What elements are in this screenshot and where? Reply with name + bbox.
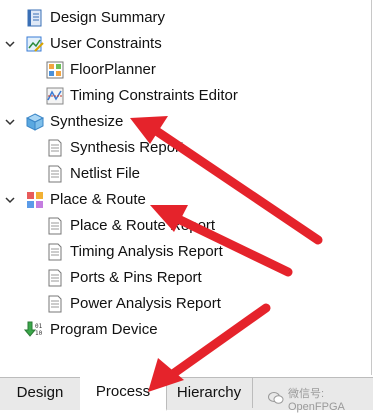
tree-item-label: Timing Constraints Editor	[70, 87, 238, 104]
report-icon	[46, 243, 64, 261]
tree-item-user-constraints[interactable]: User Constraints	[0, 32, 360, 56]
tab-hierarchy[interactable]: Hierarchy	[166, 378, 253, 408]
tree-item-synthesize[interactable]: Synthesize	[0, 110, 360, 134]
tree-item-label: Timing Analysis Report	[70, 243, 223, 260]
floorplanner-icon	[46, 61, 64, 79]
tree-item-label: Place & Route Report	[70, 217, 216, 234]
document-summary-icon	[26, 9, 44, 27]
tree-item-power-analysis-report[interactable]: Power Analysis Report	[0, 292, 360, 316]
place-route-icon	[26, 191, 44, 209]
timing-editor-icon	[46, 87, 64, 105]
report-icon	[46, 269, 64, 287]
report-icon	[46, 217, 64, 235]
tree-item-place-route-report[interactable]: Place & Route Report	[0, 214, 360, 238]
tree-item-label: User Constraints	[50, 35, 162, 52]
chevron-down-icon[interactable]	[4, 38, 16, 50]
tab-process[interactable]: Process	[80, 377, 167, 411]
tree-item-label: Synthesis Report	[70, 139, 185, 156]
tree-item-program-device[interactable]: 01 10 Program Device	[0, 318, 360, 342]
report-icon	[46, 295, 64, 313]
process-tree: Design Summary User Constraints FloorPla…	[0, 0, 372, 375]
chevron-down-icon[interactable]	[4, 194, 16, 206]
svg-text:10: 10	[35, 330, 43, 337]
tree-item-label: Ports & Pins Report	[70, 269, 202, 286]
tab-design[interactable]: Design	[0, 378, 81, 408]
tree-item-synthesis-report[interactable]: Synthesis Report	[0, 136, 360, 160]
program-device-icon: 01 10	[23, 321, 43, 339]
constraints-icon	[26, 35, 44, 53]
tree-item-label: Synthesize	[50, 113, 124, 130]
synthesize-cube-icon	[25, 113, 45, 131]
tree-item-label: Place & Route	[50, 191, 146, 208]
tree-item-place-route[interactable]: Place & Route	[0, 188, 360, 212]
tree-item-floorplanner[interactable]: FloorPlanner	[0, 58, 360, 82]
tree-item-ports-pins-report[interactable]: Ports & Pins Report	[0, 266, 360, 290]
chevron-down-icon[interactable]	[4, 116, 16, 128]
tree-item-netlist-file[interactable]: Netlist File	[0, 162, 360, 186]
report-icon	[46, 139, 64, 157]
tree-item-label: Design Summary	[50, 9, 166, 26]
svg-text:01: 01	[35, 323, 43, 330]
tree-item-timing-constraints-editor[interactable]: Timing Constraints Editor	[0, 84, 360, 108]
tree-item-design-summary[interactable]: Design Summary	[0, 6, 360, 30]
wechat-icon	[268, 391, 284, 408]
tree-item-timing-analysis-report[interactable]: Timing Analysis Report	[0, 240, 360, 264]
tree-item-label: Program Device	[50, 321, 158, 338]
report-icon	[46, 165, 64, 183]
tree-item-label: Netlist File	[70, 165, 141, 182]
tree-item-label: Power Analysis Report	[70, 295, 221, 312]
tree-item-label: FloorPlanner	[70, 61, 156, 78]
